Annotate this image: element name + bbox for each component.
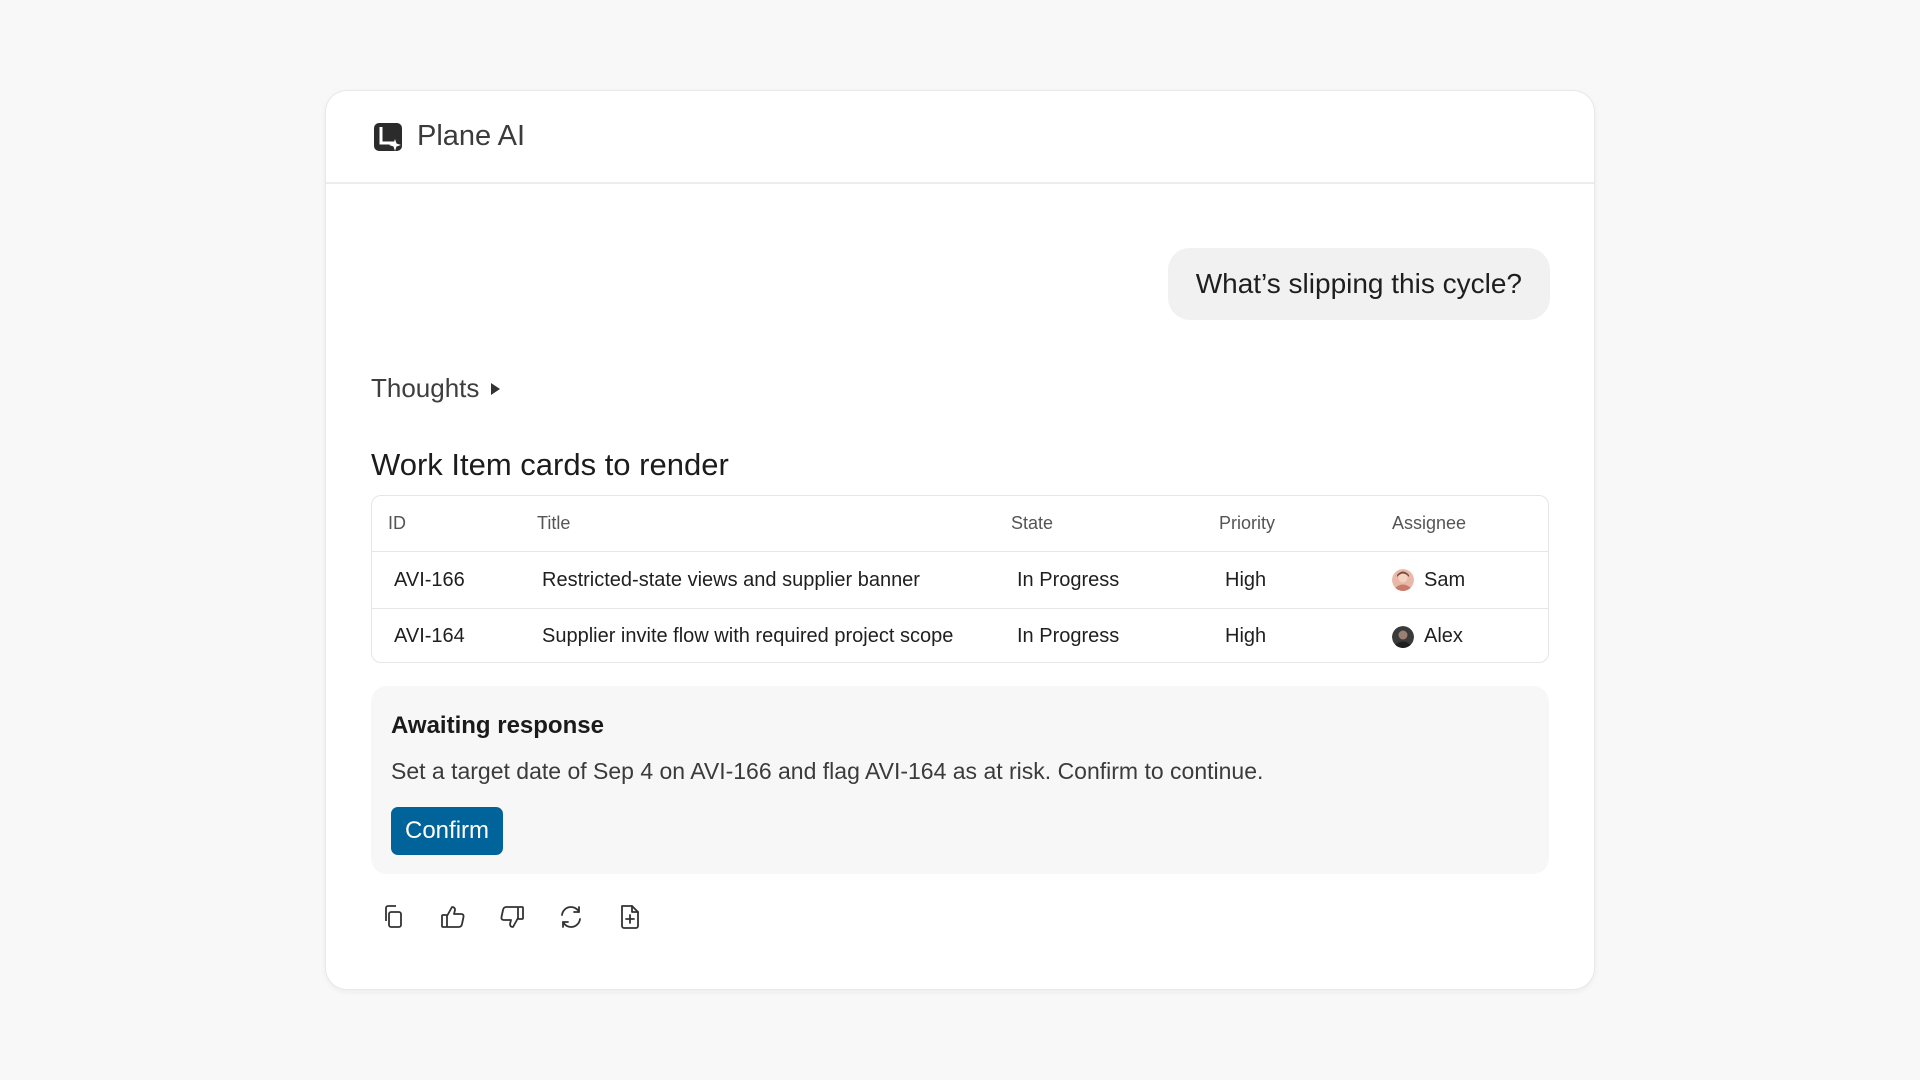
work-items-title: Work Item cards to render — [371, 447, 729, 482]
cell-id: AVI-164 — [394, 625, 465, 647]
message-actions — [381, 904, 643, 930]
thumbs-up-icon[interactable] — [440, 904, 466, 930]
cell-assignee: Sam — [1392, 569, 1548, 592]
chat-header: Plane AI — [326, 91, 1594, 184]
assignee-name: Sam — [1424, 568, 1466, 591]
avatar — [1392, 625, 1414, 648]
cell-title: Supplier invite flow with required proje… — [542, 625, 954, 647]
app-title: Plane AI — [417, 120, 526, 152]
cell-assignee: Alex — [1392, 625, 1548, 648]
column-header-assignee: Assignee — [1392, 513, 1467, 533]
thumbs-down-icon[interactable] — [499, 904, 525, 930]
user-message-bubble: What’s slipping this cycle? — [1167, 248, 1550, 320]
cell-id: AVI-166 — [394, 568, 465, 591]
cell-priority: High — [1225, 625, 1267, 647]
avatar — [1392, 569, 1414, 591]
thoughts-toggle[interactable]: Thoughts — [371, 373, 501, 404]
chat-card: Plane AI What’s slipping this cycle? Tho… — [325, 90, 1595, 990]
copy-icon[interactable] — [381, 904, 407, 930]
column-header-title: Title — [537, 513, 571, 533]
plane-logo-icon — [373, 122, 403, 152]
cell-state: In Progress — [1017, 568, 1120, 591]
cell-title: Restricted-state views and supplier bann… — [542, 568, 920, 591]
awaiting-title: Awaiting response — [391, 712, 604, 739]
work-items-table: ID Title State Priority Assignee AVI-166… — [371, 495, 1549, 663]
regenerate-icon[interactable] — [558, 904, 584, 930]
assignee-name: Alex — [1424, 625, 1463, 647]
table-header-row: ID Title State Priority Assignee — [372, 496, 1548, 552]
confirm-button[interactable]: Confirm — [391, 807, 504, 855]
table-row[interactable]: AVI-166 Restricted-state views and suppl… — [372, 552, 1548, 608]
caret-right-icon — [491, 382, 501, 395]
table-row[interactable]: AVI-164 Supplier invite flow with requir… — [372, 608, 1548, 662]
column-header-priority: Priority — [1219, 513, 1276, 533]
awaiting-text: Set a target date of Sep 4 on AVI-166 an… — [391, 758, 1264, 784]
column-header-state: State — [1011, 513, 1054, 533]
column-header-id: ID — [388, 513, 406, 533]
thoughts-label: Thoughts — [371, 373, 480, 403]
cell-priority: High — [1225, 568, 1267, 591]
cell-state: In Progress — [1017, 625, 1120, 647]
awaiting-response-panel: Awaiting response Set a target date of S… — [371, 686, 1549, 874]
add-to-page-icon[interactable] — [617, 904, 643, 930]
